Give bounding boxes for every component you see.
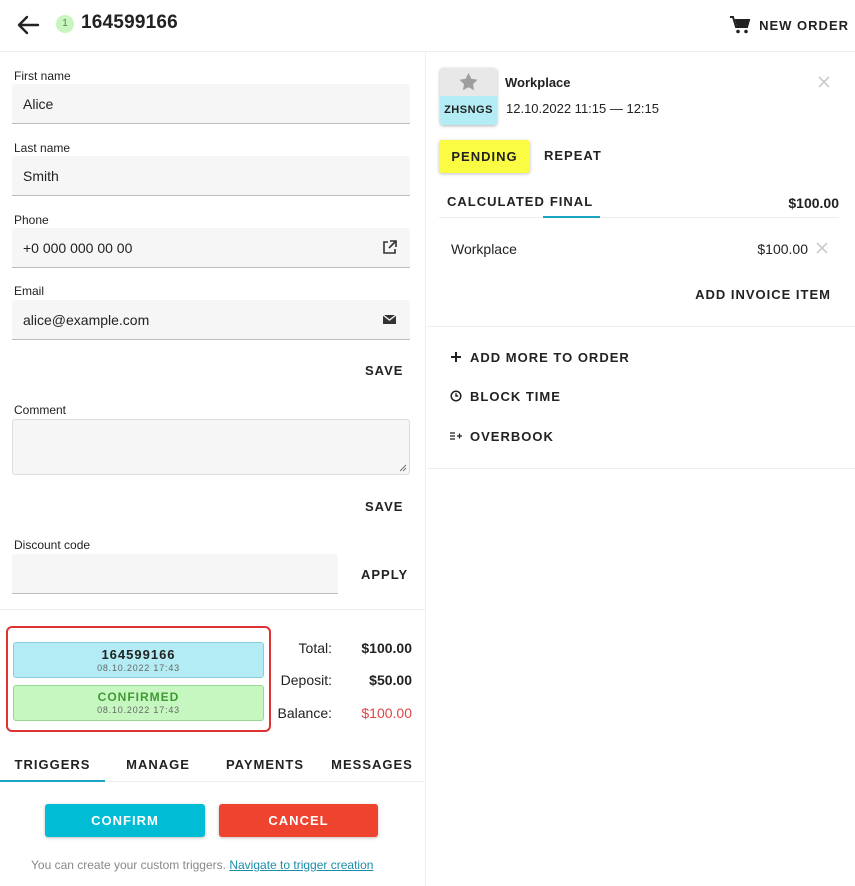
order-count-badge: 1 [56, 15, 74, 33]
total-value: $100.00 [361, 640, 412, 656]
service-title: Workplace [505, 75, 571, 90]
envelope-icon[interactable] [382, 312, 397, 327]
new-order-label: NEW ORDER [759, 17, 849, 33]
confirm-button[interactable]: CONFIRM [45, 804, 205, 837]
balance-label: Balance: [277, 705, 332, 721]
star-icon [459, 73, 478, 91]
total-label: Total: [298, 640, 332, 656]
invoice-item-price: $100.00 [757, 241, 808, 257]
external-link-icon[interactable] [382, 240, 397, 255]
repeat-button[interactable]: REPEAT [544, 148, 602, 163]
overbook-icon [450, 432, 462, 440]
status-pending-button[interactable]: PENDING [439, 140, 530, 173]
first-name-input[interactable] [12, 84, 410, 123]
tab-messages[interactable]: MESSAGES [322, 752, 422, 782]
add-more-to-order-button[interactable]: ADD MORE TO ORDER [450, 348, 630, 366]
discount-input[interactable] [12, 554, 338, 593]
remove-item-icon[interactable] [815, 241, 829, 255]
tab-final[interactable]: FINAL [543, 188, 600, 218]
block-time-button[interactable]: BLOCK TIME [450, 387, 561, 405]
first-name-label: First name [14, 69, 71, 83]
tab-triggers[interactable]: TRIGGERS [0, 752, 105, 782]
add-invoice-item-button[interactable]: ADD INVOICE ITEM [695, 287, 831, 302]
email-input[interactable] [12, 300, 410, 339]
divider [0, 609, 426, 610]
history-title: 164599166 [101, 647, 176, 662]
phone-label: Phone [14, 213, 49, 227]
email-label: Email [14, 284, 45, 298]
save-contact-button[interactable]: SAVE [365, 363, 403, 378]
save-comment-button[interactable]: SAVE [365, 499, 403, 514]
deposit-value: $50.00 [369, 672, 412, 688]
invoice-item-name: Workplace [451, 241, 517, 257]
tab-payments[interactable]: PAYMENTS [216, 752, 314, 782]
balance-row: Balance: $100.00 [270, 705, 412, 725]
overbook-button[interactable]: OVERBOOK [450, 427, 554, 445]
order-detail-panel: ZHSNGS Workplace 12.10.2022 11:15 — 12:1… [427, 52, 855, 886]
first-name-field[interactable] [12, 84, 410, 124]
apply-discount-button[interactable]: APPLY [361, 567, 408, 582]
deposit-label: Deposit: [280, 672, 332, 688]
cancel-button[interactable]: CANCEL [219, 804, 378, 837]
resize-grip-icon[interactable] [399, 464, 407, 472]
discount-field[interactable] [12, 554, 338, 594]
total-row: Total: $100.00 [270, 640, 412, 660]
last-name-label: Last name [14, 141, 71, 155]
history-date: 08.10.2022 17:43 [97, 705, 180, 715]
invoice-tabs: CALCULATED FINAL $100.00 [439, 188, 839, 218]
plus-icon [451, 352, 461, 362]
tab-calculated[interactable]: CALCULATED [447, 188, 544, 218]
service-time: 12.10.2022 11:15 — 12:15 [506, 101, 659, 116]
action-label: BLOCK TIME [470, 388, 561, 404]
deposit-row: Deposit: $50.00 [270, 672, 412, 692]
balance-value: $100.00 [361, 705, 412, 721]
divider [427, 326, 855, 327]
divider [427, 468, 855, 469]
comment-textarea[interactable] [13, 420, 409, 474]
phone-field[interactable] [12, 228, 410, 268]
clock-icon [450, 390, 462, 402]
invoice-total: $100.00 [788, 195, 839, 211]
history-title: CONFIRMED [97, 690, 180, 704]
comment-label: Comment [14, 403, 67, 417]
thumbnail-top [440, 68, 497, 96]
page-title: 164599166 [81, 12, 178, 33]
cart-icon [730, 16, 751, 34]
last-name-input[interactable] [12, 156, 410, 195]
history-chip-order[interactable]: 164599166 08.10.2022 17:43 [13, 642, 264, 678]
trigger-creation-link[interactable]: Navigate to trigger creation [229, 858, 373, 872]
triggers-hint: You can create your custom triggers. Nav… [31, 858, 373, 872]
phone-input[interactable] [12, 228, 410, 267]
app-header: 1 164599166 NEW ORDER [0, 0, 855, 52]
service-code: ZHSNGS [440, 96, 497, 125]
last-name-field[interactable] [12, 156, 410, 196]
close-icon[interactable] [817, 75, 831, 89]
action-label: OVERBOOK [470, 428, 554, 444]
service-thumbnail[interactable]: ZHSNGS [440, 68, 497, 125]
history-chip-confirmed[interactable]: CONFIRMED 08.10.2022 17:43 [13, 685, 264, 721]
history-date: 08.10.2022 17:43 [97, 663, 180, 673]
action-label: ADD MORE TO ORDER [470, 349, 630, 365]
status-history: 164599166 08.10.2022 17:43 CONFIRMED 08.… [6, 626, 271, 732]
new-order-button[interactable]: NEW ORDER [729, 14, 849, 36]
discount-label: Discount code [14, 538, 91, 552]
hint-text: You can create your custom triggers. [31, 858, 226, 872]
comment-field[interactable] [12, 419, 410, 475]
customer-panel: First name Last name Phone Email SAVE Co… [0, 52, 426, 886]
bottom-tabs: TRIGGERS MANAGE PAYMENTS MESSAGES [0, 752, 426, 782]
tab-manage[interactable]: MANAGE [108, 752, 208, 782]
back-arrow-icon[interactable] [14, 11, 42, 39]
email-field[interactable] [12, 300, 410, 340]
